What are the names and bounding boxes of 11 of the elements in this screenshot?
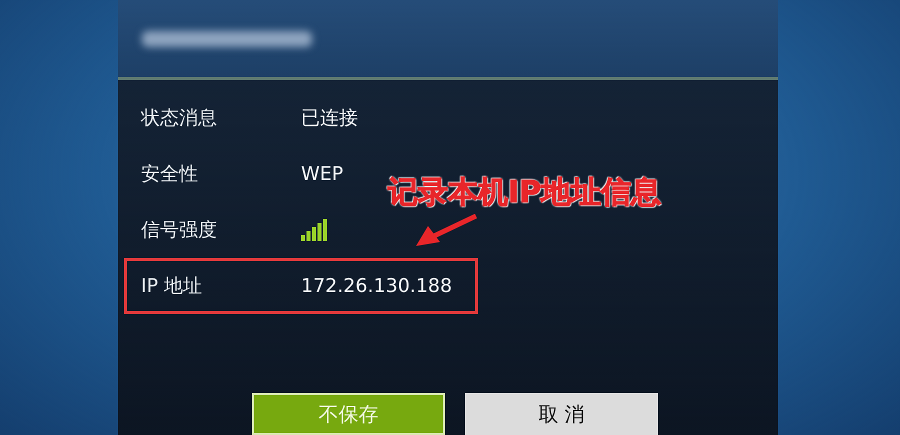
field-value: 已连接 (301, 106, 358, 131)
field-label: 信号强度 (141, 218, 218, 243)
field-value: 172.26.130.188 (301, 275, 452, 297)
field-value: WEP (301, 163, 344, 185)
field-label: 状态消息 (141, 106, 218, 131)
cancel-button[interactable]: 取 消 (465, 393, 658, 435)
signal-bars-icon (301, 219, 329, 241)
field-label: 安全性 (141, 162, 199, 187)
field-label: IP 地址 (141, 274, 204, 299)
annotation-arrow (416, 214, 478, 246)
annotation-text: 记录本机IP地址信息 (388, 174, 662, 212)
